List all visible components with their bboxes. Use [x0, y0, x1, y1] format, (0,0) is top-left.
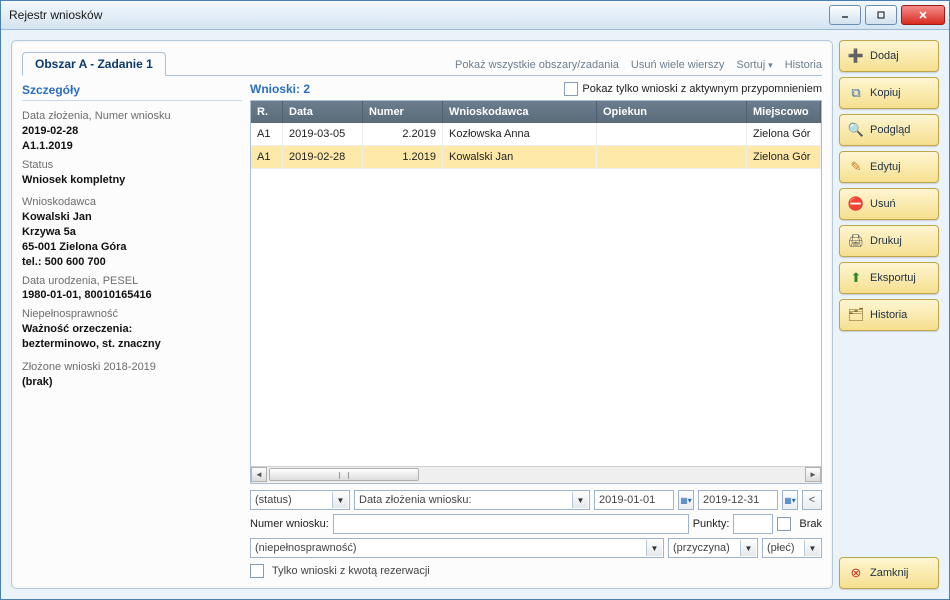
disability-combo[interactable]: (niepełnosprawność)▼	[250, 538, 664, 558]
disability-label: Niepełnosprawność	[22, 307, 242, 322]
col-opiekun[interactable]: Opiekun	[597, 101, 747, 123]
gender-combo[interactable]: (płeć)▼	[762, 538, 822, 558]
col-miejscowosc[interactable]: Miejscowo	[747, 101, 821, 123]
date-field-combo[interactable]: Data złożenia wniosku:▼	[354, 490, 590, 510]
horizontal-scrollbar[interactable]: ◄ ►	[251, 466, 821, 483]
chevron-down-icon: ▼	[572, 492, 588, 508]
link-history[interactable]: Historia	[785, 59, 822, 71]
dob-label: Data urodzenia, PESEL	[22, 274, 242, 289]
brak-label: Brak	[799, 518, 822, 530]
table-header: R. Data Numer Wnioskodawca Opiekun Miejs…	[251, 101, 821, 123]
applications-table: R. Data Numer Wnioskodawca Opiekun Miejs…	[250, 100, 822, 484]
disability-line1: Ważność orzeczenia:	[22, 322, 242, 337]
tab-area-task[interactable]: Obszar A - Zadanie 1	[22, 52, 166, 76]
filters-panel: (status)▼ Data złożenia wniosku:▼ 2019-0…	[250, 490, 822, 578]
window-title: Rejestr wniosków	[9, 8, 829, 22]
applicant-city: 65-001 Zielona Góra	[22, 240, 242, 255]
scroll-left-button[interactable]: ◄	[251, 467, 267, 482]
copy-icon: ⧉	[848, 85, 864, 101]
status-label: Status	[22, 158, 242, 173]
view-button[interactable]: 🔍Podgląd	[839, 114, 939, 146]
close-button[interactable]: ⊗Zamknij	[839, 557, 939, 589]
top-row: Obszar A - Zadanie 1 Pokaż wszystkie obs…	[22, 51, 822, 75]
status-value: Wniosek kompletny	[22, 173, 242, 188]
minimize-button[interactable]	[829, 5, 861, 25]
scroll-thumb[interactable]	[269, 468, 419, 481]
add-button[interactable]: ➕Dodaj	[839, 40, 939, 72]
link-show-all-areas[interactable]: Pokaż wszystkie obszary/zadania	[455, 59, 619, 71]
applicant-name: Kowalski Jan	[22, 210, 242, 225]
history-icon: 🗂	[848, 307, 864, 323]
submission-label: Data złożenia, Numer wniosku	[22, 109, 242, 124]
chevron-down-icon: ▼	[332, 492, 348, 508]
table-row[interactable]: A1 2019-03-05 2.2019 Kozłowska Anna Ziel…	[251, 123, 821, 146]
add-icon: ➕	[848, 48, 864, 64]
action-sidebar: ➕Dodaj ⧉Kopiuj 🔍Podgląd ✎Edytuj ⛔Usuń 🖨D…	[839, 40, 939, 589]
scroll-right-button[interactable]: ►	[805, 467, 821, 482]
app-window: Rejestr wniosków Obszar A - Zadanie 1 Po…	[0, 0, 950, 600]
submitted-value: (brak)	[22, 375, 242, 390]
date-to-input[interactable]: 2019-12-31	[698, 490, 778, 510]
chevron-down-icon: ▼	[804, 540, 820, 556]
link-sort[interactable]: Sortuj	[736, 59, 772, 71]
reservation-checkbox[interactable]	[250, 564, 264, 578]
disability-line2: bezterminowo, st. znaczny	[22, 337, 242, 352]
history-button[interactable]: 🗂Historia	[839, 299, 939, 331]
punkty-label: Punkty:	[693, 518, 730, 530]
export-icon: ⬆	[848, 270, 864, 286]
submission-date: 2019-02-28	[22, 124, 242, 139]
content-area: Obszar A - Zadanie 1 Pokaż wszystkie obs…	[1, 30, 949, 599]
chevron-down-icon: ▼	[646, 540, 662, 556]
applicant-street: Krzywa 5a	[22, 225, 242, 240]
details-panel: Szczegóły Data złożenia, Numer wniosku 2…	[22, 82, 242, 578]
col-data[interactable]: Data	[283, 101, 363, 123]
date-from-picker-button[interactable]: ▦▾	[678, 490, 694, 510]
view-icon: 🔍	[848, 122, 864, 138]
edit-button[interactable]: ✎Edytuj	[839, 151, 939, 183]
date-prev-button[interactable]: <	[802, 490, 822, 510]
close-icon: ⊗	[848, 565, 864, 581]
numer-input[interactable]	[333, 514, 689, 534]
numer-label: Numer wniosku:	[250, 518, 329, 530]
submission-number: A1.1.2019	[22, 139, 242, 154]
print-icon: 🖨	[848, 233, 864, 249]
submitted-label: Złożone wnioski 2018-2019	[22, 360, 242, 375]
top-links: Pokaż wszystkie obszary/zadania Usuń wie…	[455, 59, 822, 71]
copy-button[interactable]: ⧉Kopiuj	[839, 77, 939, 109]
applications-count: Wnioski: 2	[250, 82, 310, 96]
status-combo[interactable]: (status)▼	[250, 490, 350, 510]
reservation-label: Tylko wnioski z kwotą rezerwacji	[272, 565, 430, 577]
maximize-button[interactable]	[865, 5, 897, 25]
date-from-input[interactable]: 2019-01-01	[594, 490, 674, 510]
date-to-picker-button[interactable]: ▦▾	[782, 490, 798, 510]
delete-icon: ⛔	[848, 196, 864, 212]
reason-combo[interactable]: (przyczyna)▼	[668, 538, 758, 558]
titlebar: Rejestr wniosków	[1, 1, 949, 30]
col-wnioskodawca[interactable]: Wnioskodawca	[443, 101, 597, 123]
col-numer[interactable]: Numer	[363, 101, 443, 123]
body-row: Szczegóły Data złożenia, Numer wniosku 2…	[22, 75, 822, 578]
link-delete-many-rows[interactable]: Usuń wiele wierszy	[631, 59, 725, 71]
applicant-label: Wnioskodawca	[22, 195, 242, 210]
applicant-phone: tel.: 500 600 700	[22, 255, 242, 270]
col-r[interactable]: R.	[251, 101, 283, 123]
brak-checkbox[interactable]	[777, 517, 791, 531]
chevron-down-icon: ▼	[740, 540, 756, 556]
table-row[interactable]: A1 2019-02-28 1.2019 Kowalski Jan Zielon…	[251, 146, 821, 169]
window-buttons	[829, 5, 945, 25]
dob-value: 1980-01-01, 80010165416	[22, 288, 242, 303]
list-panel: Wnioski: 2 Pokaz tylko wnioski z aktywny…	[250, 82, 822, 578]
table-body: A1 2019-03-05 2.2019 Kozłowska Anna Ziel…	[251, 123, 821, 466]
delete-button[interactable]: ⛔Usuń	[839, 188, 939, 220]
details-header: Szczegóły	[22, 82, 242, 101]
edit-icon: ✎	[848, 159, 864, 175]
export-button[interactable]: ⬆Eksportuj	[839, 262, 939, 294]
active-reminder-label: Pokaz tylko wnioski z aktywnym przypomni…	[582, 83, 822, 95]
main-panel: Obszar A - Zadanie 1 Pokaż wszystkie obs…	[11, 40, 833, 589]
close-window-button[interactable]	[901, 5, 945, 25]
punkty-input[interactable]	[733, 514, 773, 534]
list-header: Wnioski: 2 Pokaz tylko wnioski z aktywny…	[250, 82, 822, 96]
active-reminder-checkbox[interactable]	[564, 82, 578, 96]
print-button[interactable]: 🖨Drukuj	[839, 225, 939, 257]
